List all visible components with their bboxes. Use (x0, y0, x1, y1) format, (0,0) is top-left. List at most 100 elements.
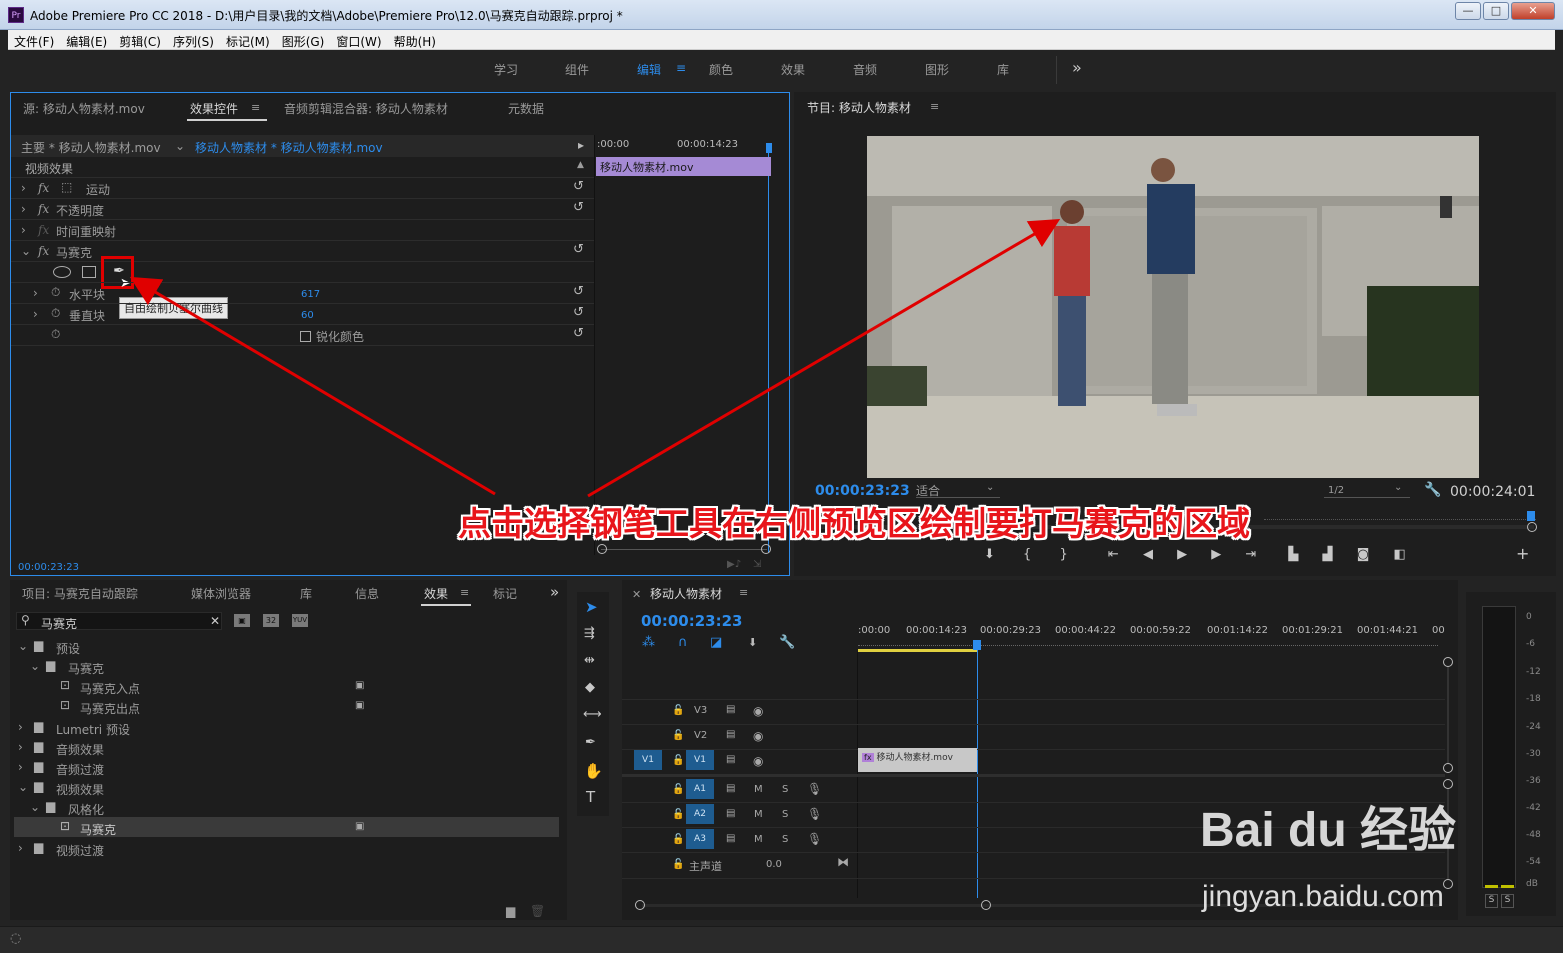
panel-menu-icon[interactable]: ≡ (739, 586, 748, 599)
type-tool-icon[interactable]: T (586, 788, 595, 806)
yuv-effects-icon[interactable]: YUV (292, 614, 308, 627)
close-tab-icon[interactable]: ✕ (632, 588, 641, 601)
hand-tool-icon[interactable]: ✋ (584, 762, 603, 780)
selection-tool-icon[interactable]: ➤ (585, 598, 598, 616)
razor-tool-icon[interactable]: ◆ (585, 680, 595, 695)
microphone-icon[interactable]: 🎙 (807, 807, 822, 821)
32bit-effects-icon[interactable]: 32 (263, 614, 279, 627)
sync-lock-icon[interactable]: ▤ (726, 754, 735, 765)
scroll-handle[interactable] (1443, 779, 1453, 789)
tree-arrow-icon[interactable]: ⌄ (18, 780, 28, 794)
tab-info[interactable]: 信息 (355, 585, 379, 602)
tree-arrow-icon[interactable]: ⌄ (18, 639, 28, 653)
solo-right-button[interactable]: S (1501, 894, 1514, 908)
scroll-handle[interactable] (1443, 657, 1453, 667)
eye-icon[interactable]: ◉ (753, 754, 763, 768)
sync-lock-icon[interactable]: ▤ (726, 833, 735, 844)
track-target-v1[interactable]: V1 (686, 750, 714, 770)
microphone-icon[interactable]: 🎙 (807, 832, 822, 846)
search-input[interactable]: ⚲ 马赛克 ✕ (16, 612, 222, 631)
zoom-handle[interactable] (635, 900, 645, 910)
tree-arrow-icon[interactable]: › (18, 720, 23, 734)
sync-lock-icon[interactable]: ▤ (726, 704, 735, 715)
track-target-a1[interactable]: A1 (686, 779, 714, 799)
tree-item[interactable]: 视频效果 (56, 781, 104, 798)
tab-project[interactable]: 项目: 马赛克自动跟踪 (22, 585, 138, 602)
track-target-a2[interactable]: A2 (686, 804, 714, 824)
timeline-clip[interactable]: fx 移动人物素材.mov (858, 748, 977, 772)
tab-effects[interactable]: 效果 (424, 585, 448, 602)
delete-icon[interactable]: 🗑 (530, 904, 545, 918)
lock-icon[interactable]: 🔓 (672, 730, 684, 741)
mute-button[interactable]: M (754, 809, 763, 820)
solo-button[interactable]: S (782, 809, 788, 820)
tree-arrow-icon[interactable]: ⌄ (30, 800, 40, 814)
tab-markers[interactable]: 标记 (493, 585, 517, 602)
work-area-bar[interactable] (858, 649, 977, 652)
tab-media-browser[interactable]: 媒体浏览器 (191, 585, 251, 602)
track-select-tool-icon[interactable]: ⇶ (584, 626, 595, 641)
solo-left-button[interactable]: S (1485, 894, 1498, 908)
tree-item[interactable]: 马赛克入点 (80, 680, 140, 697)
scroll-handle[interactable] (1443, 763, 1453, 773)
sync-lock-icon[interactable]: ▤ (726, 783, 735, 794)
timeline-timecode[interactable]: 00:00:23:23 (641, 612, 743, 630)
tree-item[interactable]: 视频过渡 (56, 842, 104, 859)
lock-icon[interactable]: 🔓 (672, 834, 684, 845)
overflow-icon[interactable]: » (550, 583, 559, 601)
ripple-edit-tool-icon[interactable]: ⇹ (584, 653, 595, 668)
mute-button[interactable]: M (754, 834, 763, 845)
tab-libraries[interactable]: 库 (300, 585, 312, 602)
clear-search-icon[interactable]: ✕ (210, 614, 220, 628)
microphone-icon[interactable]: 🎙 (807, 782, 822, 796)
master-volume-value[interactable]: 0.0 (766, 859, 782, 870)
zoom-handle[interactable] (981, 900, 991, 910)
new-folder-icon[interactable]: ▆ (506, 904, 515, 918)
accelerated-effects-icon[interactable]: ▣ (234, 614, 250, 627)
solo-button[interactable]: S (782, 834, 788, 845)
eye-icon[interactable]: ◉ (753, 704, 763, 718)
tree-arrow-icon[interactable]: ⌄ (30, 659, 40, 673)
lock-icon[interactable]: 🔓 (672, 755, 684, 766)
mute-button[interactable]: M (754, 784, 763, 795)
tree-item[interactable]: 马赛克出点 (80, 700, 140, 717)
tree-arrow-icon[interactable]: › (18, 760, 23, 774)
lock-icon[interactable]: 🔓 (672, 705, 684, 716)
search-icon: ⚲ (21, 613, 30, 627)
solo-button[interactable]: S (782, 784, 788, 795)
track-target-a3[interactable]: A3 (686, 829, 714, 849)
timeline-tab[interactable]: 移动人物素材 (650, 585, 722, 602)
linked-selection-icon[interactable]: ◪ (710, 635, 722, 650)
scroll-handle[interactable] (1443, 879, 1453, 889)
time-ruler[interactable]: :00:00 00:00:14:23 00:00:29:23 00:00:44:… (858, 624, 1445, 654)
video-scrollbar[interactable] (1447, 667, 1449, 763)
tree-arrow-icon[interactable]: › (18, 841, 23, 855)
tree-item[interactable]: 风格化 (68, 801, 104, 818)
lock-icon[interactable]: 🔓 (672, 784, 684, 795)
tree-item[interactable]: 预设 (56, 640, 80, 657)
av-divider[interactable] (622, 774, 1445, 777)
lock-icon[interactable]: 🔓 (672, 809, 684, 820)
tree-item[interactable]: 音频过渡 (56, 761, 104, 778)
lock-icon[interactable]: 🔓 (672, 859, 684, 870)
tree-item[interactable]: Lumetri 预设 (56, 721, 130, 738)
sync-lock-icon[interactable]: ▤ (726, 729, 735, 740)
source-patch-v1[interactable]: V1 (634, 750, 662, 770)
sync-status-icon[interactable]: ◌ (10, 931, 21, 946)
tree-arrow-icon[interactable]: › (18, 740, 23, 754)
timeline-settings-icon[interactable]: 🔧 (779, 635, 795, 650)
go-to-end-icon[interactable]: ⧓ (837, 855, 849, 869)
nest-toggle-icon[interactable]: ⁂ (642, 635, 655, 650)
sync-lock-icon[interactable]: ▤ (726, 808, 735, 819)
add-marker-icon[interactable]: ⬇ (748, 636, 757, 649)
eye-icon[interactable]: ◉ (753, 729, 763, 743)
tree-item[interactable]: 马赛克 (68, 660, 104, 677)
panel-menu-icon[interactable]: ≡ (460, 586, 469, 599)
tree-item[interactable]: 音频效果 (56, 741, 104, 758)
slip-tool-icon[interactable]: ⟷ (583, 707, 602, 722)
pen-tool-icon[interactable]: ✒ (585, 735, 596, 750)
timeline-playhead[interactable] (973, 640, 981, 650)
track-divider (622, 724, 1445, 725)
snap-icon[interactable]: ∩ (678, 635, 688, 650)
tree-item-selected[interactable]: 马赛克 (80, 821, 116, 838)
